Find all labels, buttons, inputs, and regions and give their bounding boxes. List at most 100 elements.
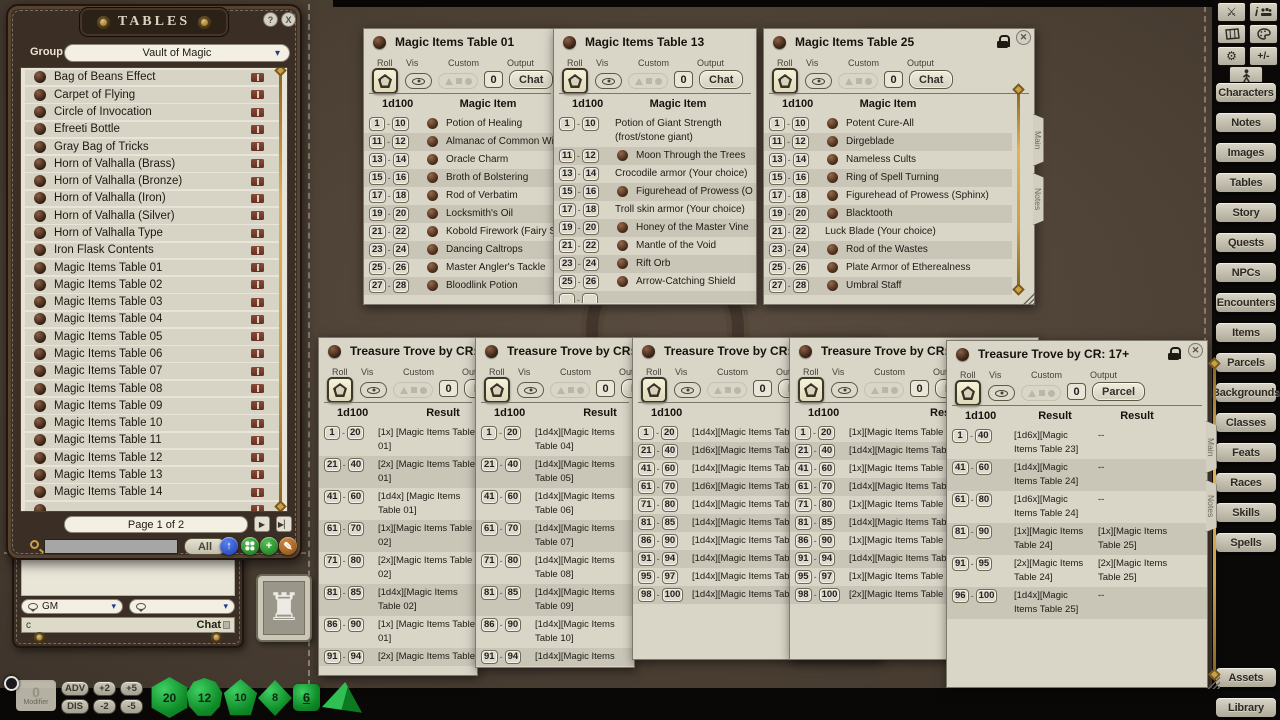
window-knob-icon[interactable] [642, 345, 655, 358]
range-from[interactable]: 27 [369, 279, 386, 293]
sidebar-button-library[interactable]: Library [1215, 697, 1277, 718]
voice-dropdown[interactable]: ▾ [129, 599, 235, 614]
range-from[interactable]: 61 [795, 480, 812, 494]
roll-die-button[interactable] [641, 377, 667, 403]
range-to[interactable]: 40 [819, 444, 836, 458]
minus5-button[interactable]: -5 [120, 699, 143, 714]
add-button[interactable]: + [260, 537, 278, 555]
table-list-item[interactable]: Magic Items Table 01 [25, 260, 282, 276]
range-from[interactable]: 23 [369, 243, 386, 257]
range-from[interactable]: 1 [638, 426, 654, 440]
book-icon[interactable] [251, 194, 264, 203]
range-to[interactable]: 85 [662, 516, 679, 530]
custom-dice-group[interactable] [1021, 385, 1061, 401]
book-icon[interactable] [251, 488, 264, 497]
range-to[interactable]: 80 [976, 493, 993, 507]
range-from[interactable]: 41 [638, 462, 655, 476]
range-to[interactable]: 24 [793, 243, 810, 257]
range-from[interactable] [559, 293, 575, 303]
range-to[interactable]: 100 [976, 589, 998, 603]
roll-die-button[interactable] [798, 377, 824, 403]
range-to[interactable]: 80 [505, 554, 522, 568]
range-from[interactable]: 1 [481, 426, 497, 440]
custom-modifier-field[interactable]: 0 [753, 380, 772, 397]
range-from[interactable]: 21 [559, 239, 576, 253]
close-icon[interactable]: ✕ [1188, 343, 1203, 358]
range-to[interactable]: 14 [793, 153, 810, 167]
range-from[interactable]: 71 [481, 554, 498, 568]
plus-minus-icon[interactable]: +/- [1249, 46, 1278, 66]
range-to[interactable]: 18 [583, 203, 600, 217]
custom-modifier-field[interactable]: 0 [484, 71, 503, 88]
book-icon[interactable] [251, 90, 264, 99]
custom-dice-group[interactable] [838, 73, 878, 89]
range-to[interactable]: 60 [819, 462, 836, 476]
range-to[interactable]: 70 [662, 480, 679, 494]
window-knob-icon[interactable] [799, 345, 812, 358]
book-icon[interactable] [251, 470, 264, 479]
custom-modifier-field[interactable]: 0 [910, 380, 929, 397]
range-to[interactable]: 70 [348, 522, 365, 536]
sidebar-button-skills[interactable]: Skills [1215, 502, 1277, 523]
range-to[interactable]: 16 [393, 171, 410, 185]
range-to[interactable]: 14 [393, 153, 410, 167]
book-icon[interactable] [251, 453, 264, 462]
range-from[interactable]: 98 [795, 588, 812, 602]
book-icon[interactable] [251, 332, 264, 341]
custom-modifier-field[interactable]: 0 [596, 380, 615, 397]
book-icon[interactable] [251, 436, 264, 445]
range-from[interactable]: 61 [481, 522, 498, 536]
range-to[interactable]: 94 [819, 552, 836, 566]
chat-input[interactable]: c Chat [21, 617, 235, 633]
palette-icon[interactable] [1249, 24, 1278, 44]
table-list-item[interactable]: Magic Items Table 03 [25, 294, 282, 310]
range-to[interactable]: 28 [793, 279, 810, 293]
range-from[interactable]: 41 [324, 490, 341, 504]
range-to[interactable]: 85 [819, 516, 836, 530]
speaker-dropdown[interactable]: GM ▾ [21, 599, 123, 614]
custom-modifier-field[interactable]: 0 [674, 71, 693, 88]
tab-notes[interactable]: Notes [1033, 173, 1044, 225]
sidebar-button-characters[interactable]: Characters [1215, 82, 1277, 103]
range-to[interactable]: 100 [662, 588, 684, 602]
book-icon[interactable] [251, 263, 264, 272]
range-to[interactable]: 18 [793, 189, 810, 203]
range-to[interactable]: 22 [583, 239, 600, 253]
output-parcel-button[interactable]: Parcel [1092, 382, 1145, 401]
range-from[interactable]: 81 [638, 516, 655, 530]
book-icon[interactable] [251, 177, 264, 186]
range-to[interactable]: 10 [792, 117, 809, 131]
range-to[interactable]: 28 [393, 279, 410, 293]
table-list-item[interactable]: Magic Items Table 12 [25, 450, 282, 466]
sidebar-button-spells[interactable]: Spells [1215, 532, 1277, 553]
sidebar-button-images[interactable]: Images [1215, 142, 1277, 163]
range-to[interactable]: 20 [393, 207, 410, 221]
book-icon[interactable] [251, 211, 264, 220]
table-list-item[interactable]: Magic Items Table 10 [25, 415, 282, 431]
gear-icon[interactable]: ⚙ [1217, 46, 1246, 66]
range-from[interactable]: 21 [324, 458, 341, 472]
table-list-item[interactable]: Horn of Valhalla (Silver) [25, 208, 282, 224]
range-from[interactable]: 11 [559, 149, 575, 163]
party-info-icon[interactable]: i [1249, 2, 1278, 22]
range-from[interactable]: 11 [369, 135, 385, 149]
window-knob-icon[interactable] [563, 36, 576, 49]
visibility-button[interactable] [517, 382, 544, 398]
range-to[interactable]: 24 [393, 243, 410, 257]
edit-button[interactable]: ✎ [279, 537, 297, 555]
range-to[interactable]: 16 [793, 171, 810, 185]
book-icon[interactable] [251, 246, 264, 255]
range-from[interactable]: 95 [795, 570, 812, 584]
lock-icon[interactable] [997, 35, 1008, 48]
output-chat-button[interactable]: Chat [699, 70, 743, 89]
table-list-item[interactable]: Magic Items Table 05 [25, 329, 282, 345]
tab-main[interactable]: Main [1033, 114, 1044, 166]
roll-die-button[interactable] [372, 68, 398, 94]
sidebar-button-assets[interactable]: Assets [1215, 667, 1277, 688]
range-from[interactable]: 86 [795, 534, 812, 548]
sidebar-button-tables[interactable]: Tables [1215, 172, 1277, 193]
map-icon[interactable] [1217, 24, 1246, 44]
roll-die-button[interactable] [327, 377, 353, 403]
range-from[interactable]: 15 [369, 171, 386, 185]
range-from[interactable]: 98 [638, 588, 655, 602]
